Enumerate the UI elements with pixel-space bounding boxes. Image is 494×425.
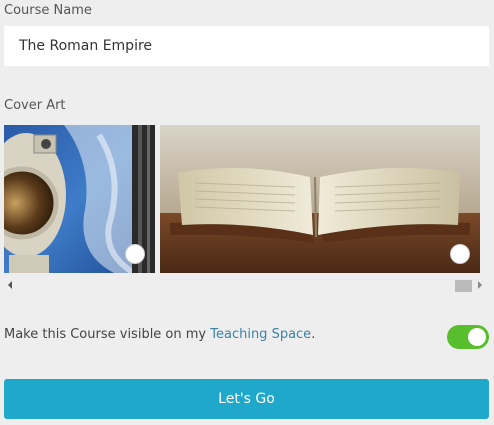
scroll-left-arrow-icon[interactable] bbox=[8, 281, 12, 289]
course-name-label: Course Name bbox=[4, 3, 92, 18]
teaching-space-link[interactable]: Teaching Space bbox=[210, 327, 311, 342]
cover-select-radio-2[interactable] bbox=[450, 244, 470, 264]
open-book-image bbox=[160, 125, 480, 273]
cover-image-book[interactable] bbox=[160, 125, 480, 273]
scrollbar-thumb[interactable] bbox=[455, 280, 472, 292]
cover-art-label: Cover Art bbox=[4, 98, 66, 113]
cover-select-radio-1[interactable] bbox=[125, 244, 145, 264]
scroll-right-arrow-icon[interactable] bbox=[478, 281, 482, 289]
visibility-toggle[interactable] bbox=[447, 325, 489, 349]
course-name-input[interactable] bbox=[4, 26, 489, 66]
visibility-text: Make this Course visible on my Teaching … bbox=[4, 327, 315, 342]
visibility-text-before: Make this Course visible on my bbox=[4, 327, 211, 342]
toggle-knob bbox=[468, 328, 486, 346]
lets-go-button[interactable]: Let's Go bbox=[4, 379, 489, 419]
visibility-text-after: . bbox=[311, 327, 316, 342]
